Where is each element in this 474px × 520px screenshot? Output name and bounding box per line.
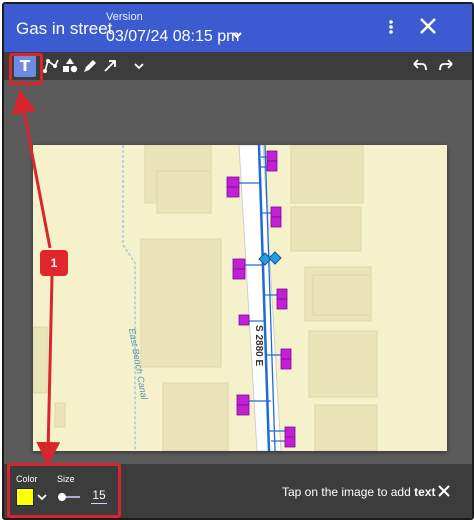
callout-arrows — [12, 89, 61, 466]
markup-window: Gas in street Version 03/07/24 08:15 pm … — [2, 2, 474, 520]
callout-badge: 1 — [40, 250, 68, 276]
